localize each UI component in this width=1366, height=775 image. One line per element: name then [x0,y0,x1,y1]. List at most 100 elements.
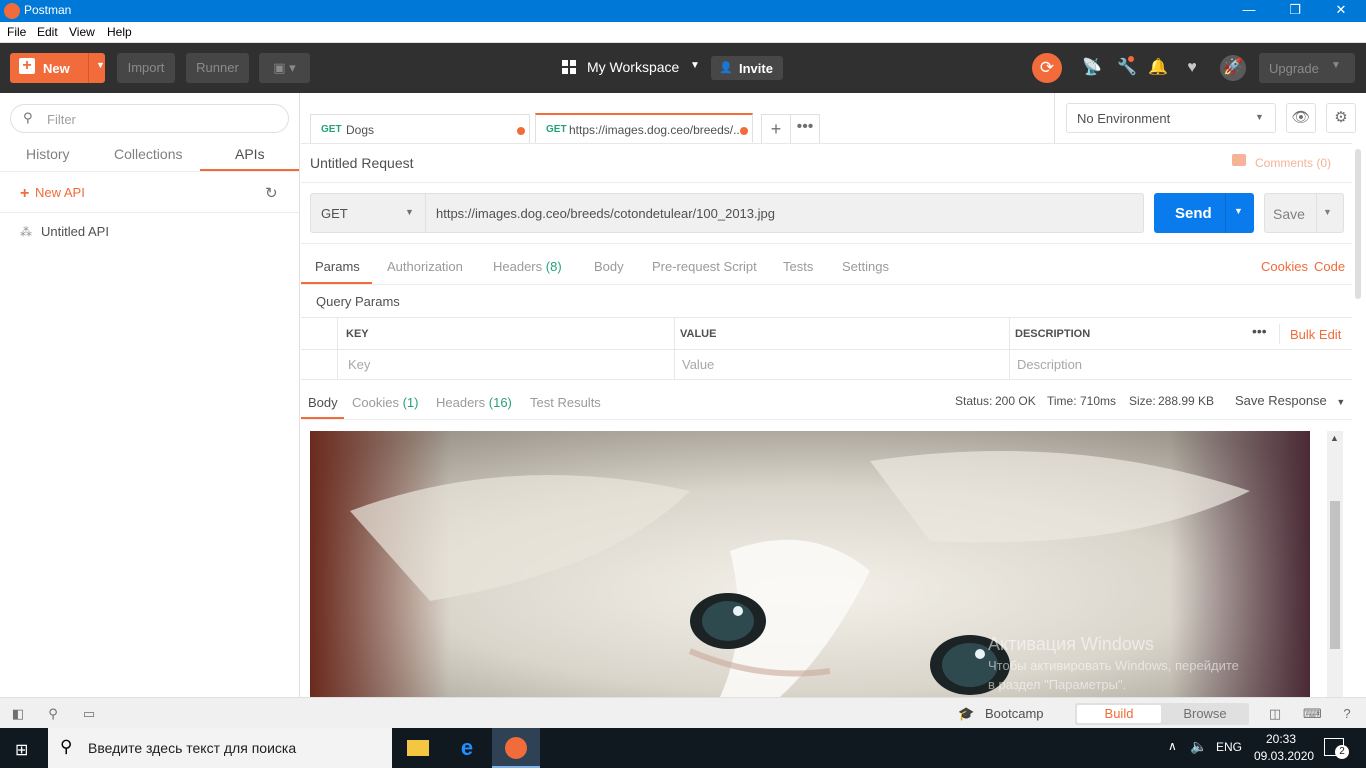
response-scrollbar[interactable]: ▲ [1327,431,1343,697]
menu-help[interactable]: Help [107,25,132,39]
volume-icon[interactable]: 🔈 [1190,738,1207,755]
col-divider [674,318,675,380]
edge-icon[interactable]: e [443,728,491,768]
outer-scrollbar-thumb[interactable] [1355,149,1361,299]
window-title-bar: Postman — ❐ ✕ [0,0,1366,22]
method-select[interactable]: GET ▼ [310,193,426,233]
new-tab-button[interactable]: + [761,114,791,143]
windows-start-icon[interactable]: ⊞ [15,740,28,760]
runner-button[interactable]: Runner [186,53,249,83]
description-input[interactable]: Description [1017,357,1082,372]
file-explorer-icon[interactable] [394,728,442,768]
code-link[interactable]: Code [1314,259,1345,274]
bootcamp-link[interactable]: Bootcamp [985,706,1044,721]
environment-select[interactable]: No Environment ▼ [1066,103,1276,133]
status-label: Status: [955,394,993,408]
more-tabs-button[interactable]: ••• [790,114,820,143]
tab-settings[interactable]: Settings [842,259,889,274]
outer-scrollbar[interactable] [1352,144,1366,697]
value-input[interactable]: Value [682,357,714,372]
help-icon[interactable]: ? [1339,706,1355,722]
new-api-button[interactable]: + New API [20,185,85,203]
chevron-up-icon[interactable]: ∧ [1168,739,1177,753]
url-input[interactable]: https://images.dog.ceo/breeds/cotondetul… [426,193,1144,233]
gear-icon[interactable]: ⚙ [1326,103,1356,133]
col-header-key: KEY [346,328,369,340]
bell-icon[interactable]: 🔔 [1148,58,1168,78]
tab-test-results[interactable]: Test Results [530,395,601,410]
save-button[interactable]: Save ▼ [1264,193,1344,233]
restore-button[interactable]: ❐ [1272,2,1318,18]
save-response-button[interactable]: Save Response ▼ [1235,393,1345,408]
unsaved-dot [517,127,525,135]
minimize-button[interactable]: — [1226,2,1272,17]
chevron-down-icon[interactable]: ▼ [96,60,105,70]
chevron-down-icon[interactable]: ▼ [1234,206,1243,216]
filter-input[interactable]: ⚲ Filter [10,104,289,133]
rocket-icon[interactable]: 🚀 [1220,55,1246,81]
import-button[interactable]: Import [117,53,175,83]
tab-response-cookies[interactable]: Cookies (1) [352,395,418,410]
new-button[interactable]: + New ▼ [10,53,105,83]
clock-date[interactable]: 09.03.2020 [1254,749,1314,763]
ellipsis-icon[interactable]: ••• [1252,323,1267,339]
tab-apis[interactable]: APIs [235,146,265,162]
browse-toggle[interactable]: Browse [1163,705,1247,723]
scrollbar-thumb[interactable] [1330,501,1340,649]
chevron-down-icon[interactable]: ▼ [1331,60,1341,71]
menu-file[interactable]: File [7,25,26,39]
refresh-icon[interactable]: ↻ [265,184,278,202]
chevron-down-icon[interactable]: ▼ [1323,207,1332,217]
sidebar-item-untitled-api[interactable]: ⁂ Untitled API [20,224,109,239]
invite-button[interactable]: 👤 Invite [711,56,783,80]
scroll-up-icon[interactable]: ▲ [1330,433,1339,443]
time-value[interactable]: 710ms [1080,394,1116,408]
language-indicator[interactable]: ENG [1216,740,1242,754]
sidebar-toggle-icon[interactable]: ◧ [10,706,26,722]
time-label: Time: [1047,394,1077,408]
taskbar-search[interactable]: ⚲ Введите здесь текст для поиска [48,728,392,768]
tab-response-headers[interactable]: Headers (16) [436,395,512,410]
tab-params[interactable]: Params [315,259,360,274]
wrench-icon[interactable]: 🔧 [1117,56,1137,78]
keyboard-icon[interactable]: ⌨ [1303,706,1322,722]
tab-method: GET [321,124,342,135]
tab-tests[interactable]: Tests [783,259,813,274]
size-value[interactable]: 288.99 KB [1158,394,1214,408]
postman-taskbar-icon[interactable] [492,728,540,768]
tab-pre-request-script[interactable]: Pre-request Script [652,259,757,274]
tab-history[interactable]: History [26,146,70,162]
heart-icon[interactable]: ♥ [1182,58,1202,78]
close-button[interactable]: ✕ [1318,2,1364,18]
send-button[interactable]: Send ▼ [1154,193,1254,233]
bulk-edit-link[interactable]: Bulk Edit [1290,327,1341,342]
request-tab-active[interactable]: GET https://images.dog.ceo/breeds/... [535,113,753,143]
satellite-icon[interactable]: 📡 [1082,58,1102,78]
method-label: GET [321,206,348,221]
chevron-down-icon: ▼ [690,60,700,71]
request-tab-dogs[interactable]: GET Dogs [310,114,530,143]
clock-time[interactable]: 20:33 [1266,732,1296,746]
eye-icon[interactable]: 👁 [1286,103,1316,133]
sync-icon[interactable]: ⟳ [1032,53,1062,83]
tab-headers[interactable]: Headers (8) [493,259,562,274]
request-name[interactable]: Untitled Request [310,155,414,171]
notifications-icon[interactable]: 2 [1324,738,1349,759]
two-pane-icon[interactable]: ◫ [1267,706,1283,722]
tab-collections[interactable]: Collections [114,146,182,162]
tab-response-body[interactable]: Body [308,395,338,410]
menu-edit[interactable]: Edit [37,25,58,39]
key-input[interactable]: Key [348,357,370,372]
build-toggle[interactable]: Build [1077,705,1161,723]
tab-authorization[interactable]: Authorization [387,259,463,274]
status-value[interactable]: 200 OK [995,394,1036,408]
sidebar-item-label: Untitled API [41,224,109,239]
new-window-button[interactable]: ▣ ▾ [259,53,310,83]
cookies-link[interactable]: Cookies [1261,259,1308,274]
response-tabs-divider [301,419,1352,420]
tab-body[interactable]: Body [594,259,624,274]
upgrade-button[interactable]: Upgrade ▼ [1259,53,1355,83]
find-icon[interactable]: ⚲ [45,706,61,722]
menu-view[interactable]: View [69,25,95,39]
console-icon[interactable]: ▭ [81,706,97,722]
